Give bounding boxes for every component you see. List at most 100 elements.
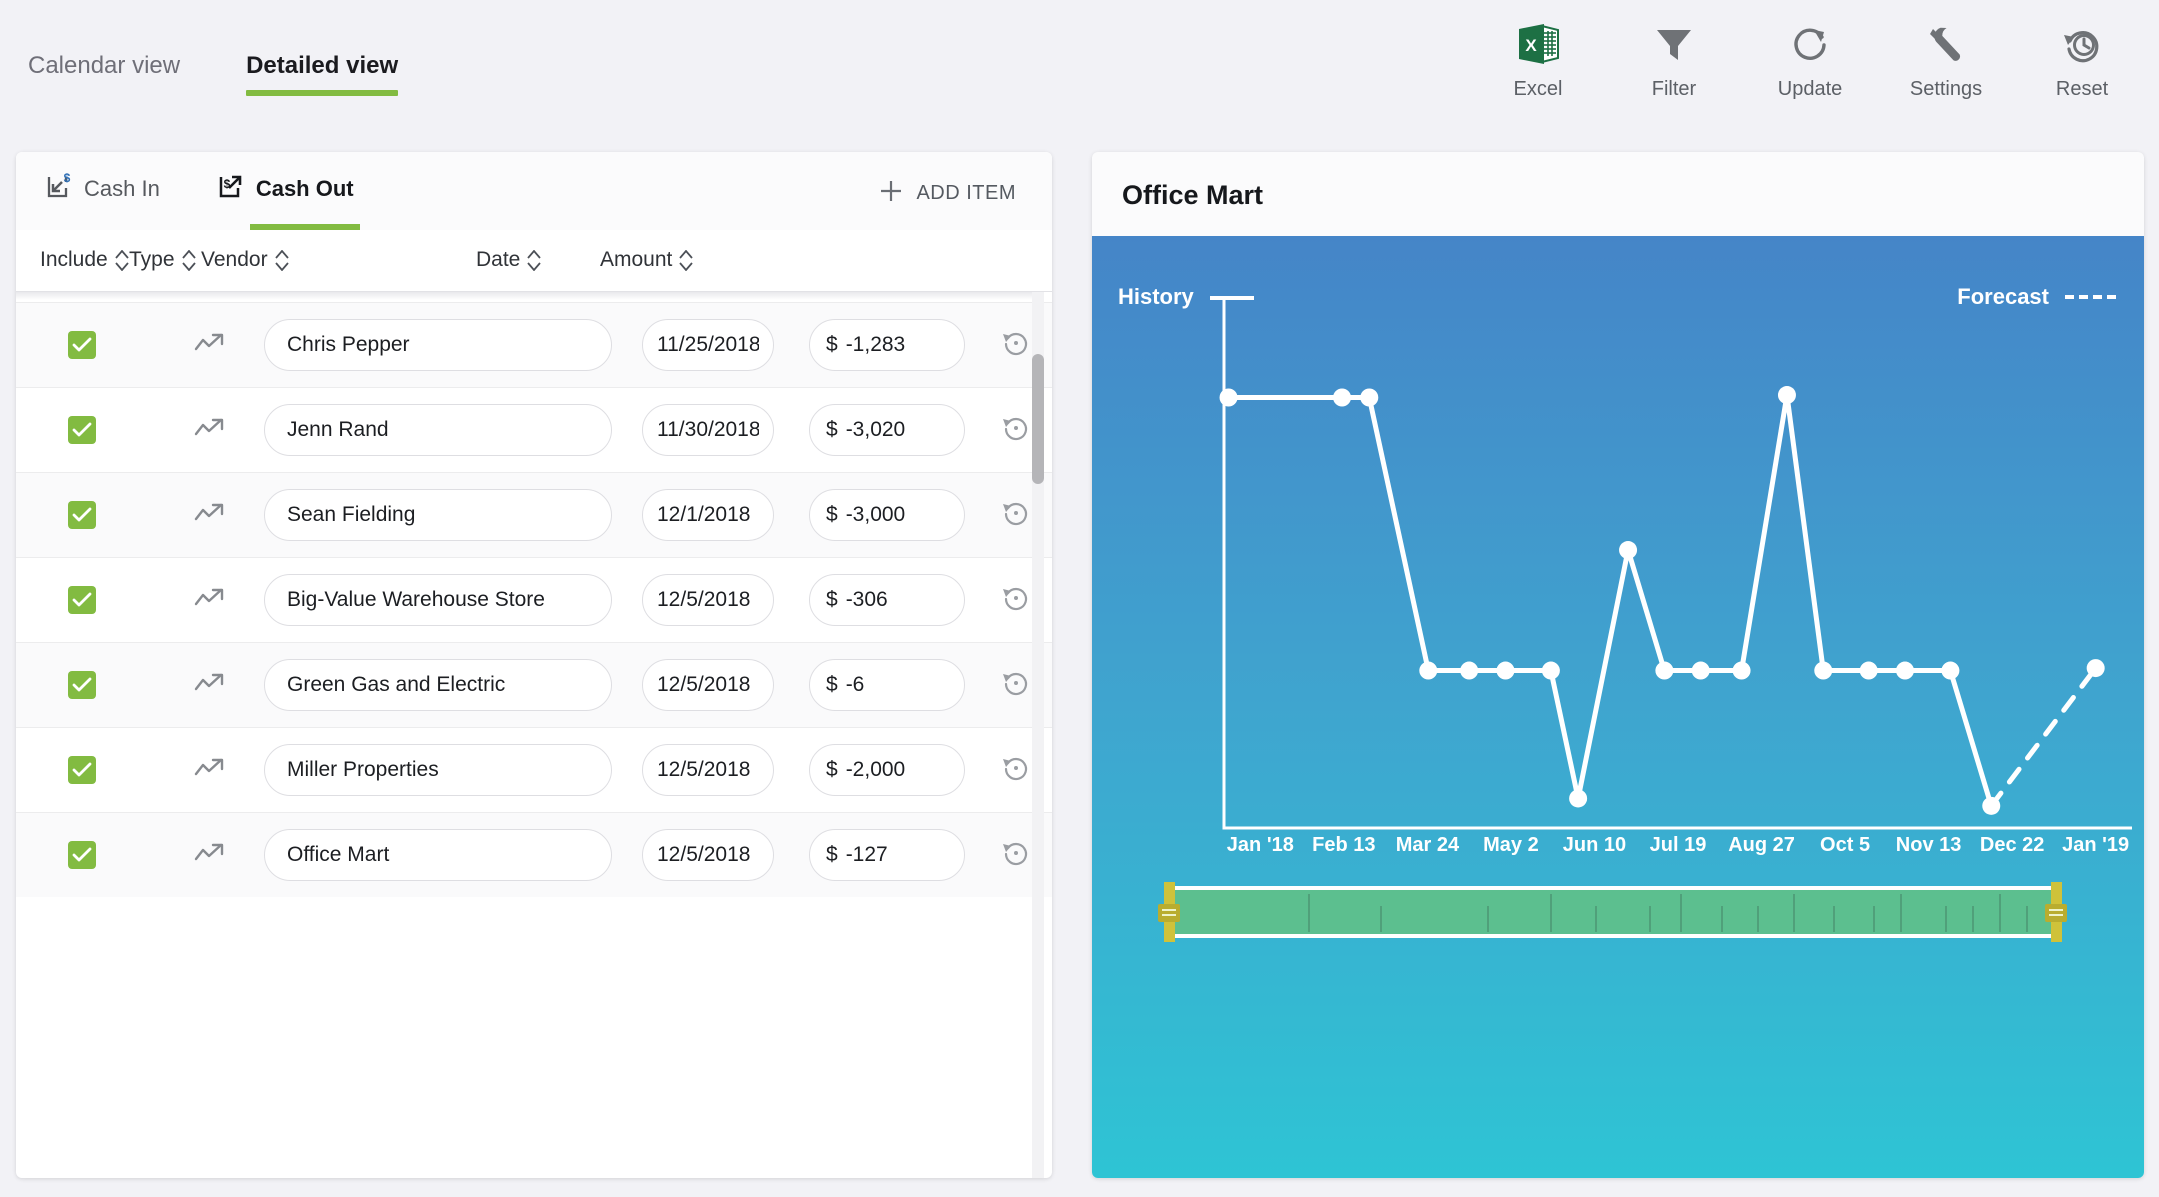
amount-field[interactable]: $ -127 <box>809 829 965 881</box>
wrench-icon <box>1895 16 1997 72</box>
trend-up-icon[interactable] <box>194 416 228 445</box>
tab-detailed-view[interactable]: Detailed view <box>246 52 399 96</box>
revert-icon[interactable] <box>1001 838 1031 873</box>
range-slider-tick <box>1792 894 1795 932</box>
amount-field[interactable]: $ -2,000 <box>809 744 965 796</box>
date-input[interactable] <box>642 489 774 541</box>
include-checkbox[interactable] <box>68 671 96 699</box>
trend-up-icon[interactable] <box>194 586 228 615</box>
data-point[interactable] <box>1419 661 1438 680</box>
date-input[interactable] <box>642 319 774 371</box>
currency-symbol: $ <box>826 588 838 611</box>
amount-field[interactable]: $ -1,283 <box>809 319 965 371</box>
tab-cash-out[interactable]: $ Cash Out <box>218 172 360 231</box>
vendor-input[interactable] <box>264 744 612 796</box>
trend-up-icon[interactable] <box>194 671 228 700</box>
revert-icon[interactable] <box>1001 498 1031 533</box>
sort-toggle-icon[interactable] <box>274 249 289 271</box>
sort-toggle-icon[interactable] <box>527 249 542 271</box>
data-point[interactable] <box>1333 388 1352 407</box>
date-input[interactable] <box>642 404 774 456</box>
data-point[interactable] <box>1777 386 1796 405</box>
vendor-input[interactable] <box>264 574 612 626</box>
sort-toggle-icon[interactable] <box>181 249 196 271</box>
transactions-scroll-area[interactable]: $-274$-1,283$-3,020$-3,000$-306$-6$-2,00… <box>16 292 1052 1178</box>
date-input[interactable] <box>642 659 774 711</box>
table-row: $ -3,000 <box>16 472 1052 557</box>
tab-cash-in[interactable]: $ Cash In <box>46 171 160 231</box>
trend-up-icon[interactable] <box>194 841 228 870</box>
data-point[interactable] <box>1496 661 1515 680</box>
data-point[interactable] <box>1814 661 1833 680</box>
vertical-scrollbar-thumb[interactable] <box>1032 354 1044 484</box>
data-point[interactable] <box>1460 661 1479 680</box>
vendor-input[interactable] <box>264 319 612 371</box>
data-point[interactable] <box>1941 661 1960 680</box>
data-point[interactable] <box>2086 659 2105 678</box>
amount-field[interactable]: $ -6 <box>809 659 965 711</box>
amount-value: -2,000 <box>845 758 906 781</box>
tab-calendar-view[interactable]: Calendar view <box>28 52 180 96</box>
range-slider-tick <box>2026 906 2029 932</box>
date-input[interactable] <box>642 829 774 881</box>
column-header-type[interactable]: Type <box>129 248 196 272</box>
toolbar-button-excel[interactable]: X Excel <box>1487 16 1589 101</box>
column-header-amount[interactable]: Amount <box>600 248 694 272</box>
revert-icon[interactable] <box>1001 668 1031 703</box>
toolbar-button-filter[interactable]: Filter <box>1623 16 1725 101</box>
vendor-input[interactable] <box>264 829 612 881</box>
sort-toggle-icon[interactable] <box>115 249 129 271</box>
plus-icon <box>878 178 904 209</box>
revert-icon[interactable] <box>1001 413 1031 448</box>
column-header-include[interactable]: Include <box>40 248 129 272</box>
chart-plot <box>1219 298 2132 830</box>
tab-detailed-view-label: Detailed view <box>246 52 399 79</box>
amount-value: -306 <box>845 588 888 611</box>
column-header-vendor[interactable]: Vendor <box>201 248 289 272</box>
range-slider-handle-left[interactable] <box>1158 882 1180 942</box>
data-point[interactable] <box>1896 661 1914 680</box>
toolbar-button-settings[interactable]: Settings <box>1895 16 1997 101</box>
include-checkbox[interactable] <box>68 416 96 444</box>
date-input[interactable] <box>642 744 774 796</box>
data-point[interactable] <box>1219 388 1238 407</box>
toolbar-button-reset[interactable]: Reset <box>2031 16 2133 101</box>
include-checkbox[interactable] <box>68 586 96 614</box>
data-point[interactable] <box>1655 661 1674 680</box>
data-point[interactable] <box>1569 789 1588 808</box>
table-row: $ -3,020 <box>16 387 1052 472</box>
vendor-input[interactable] <box>264 404 612 456</box>
currency-symbol: $ <box>826 418 838 441</box>
data-point[interactable] <box>1541 661 1560 680</box>
revert-icon[interactable] <box>1001 583 1031 618</box>
range-slider-tick <box>1945 906 1948 932</box>
include-checkbox[interactable] <box>68 501 96 529</box>
date-input[interactable] <box>642 574 774 626</box>
sort-toggle-icon[interactable] <box>679 249 694 271</box>
column-header-date[interactable]: Date <box>476 248 542 272</box>
data-point[interactable] <box>1859 661 1878 680</box>
range-slider-handle-right[interactable] <box>2045 882 2067 942</box>
amount-field[interactable]: $ -3,000 <box>809 489 965 541</box>
chart-range-slider[interactable] <box>1158 882 2067 942</box>
data-point[interactable] <box>1732 661 1751 680</box>
transactions-header: $ Cash In $ Cash Out ADD ITEM <box>16 152 1052 231</box>
include-checkbox[interactable] <box>68 841 96 869</box>
revert-icon[interactable] <box>1001 328 1031 363</box>
data-point[interactable] <box>1619 541 1638 560</box>
include-checkbox[interactable] <box>68 331 96 359</box>
include-checkbox[interactable] <box>68 756 96 784</box>
trend-up-icon[interactable] <box>194 501 228 530</box>
trend-up-icon[interactable] <box>194 756 228 785</box>
add-item-button[interactable]: ADD ITEM <box>878 178 1016 209</box>
data-point[interactable] <box>1360 388 1379 407</box>
trend-up-icon[interactable] <box>194 331 228 360</box>
amount-field[interactable]: $ -3,020 <box>809 404 965 456</box>
vendor-input[interactable] <box>264 659 612 711</box>
toolbar-button-update[interactable]: Update <box>1759 16 1861 101</box>
amount-value: -6 <box>845 673 865 696</box>
amount-field[interactable]: $ -306 <box>809 574 965 626</box>
revert-icon[interactable] <box>1001 753 1031 788</box>
data-point[interactable] <box>1691 661 1710 680</box>
vendor-input[interactable] <box>264 489 612 541</box>
